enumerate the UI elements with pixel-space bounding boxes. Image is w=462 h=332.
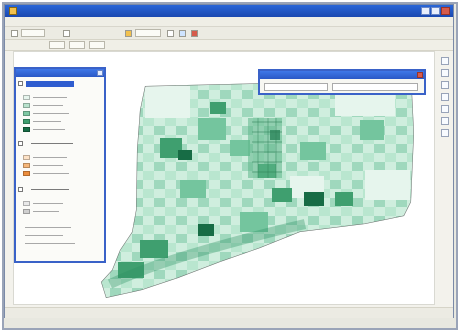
- close-icon[interactable]: [97, 70, 103, 76]
- map-tract[interactable]: [272, 188, 292, 202]
- state-outline: [101, 80, 414, 298]
- close-icon[interactable]: [417, 72, 423, 78]
- map-tract[interactable]: [230, 140, 250, 156]
- legend-swatch: [23, 201, 30, 206]
- expand-icon[interactable]: [18, 81, 23, 86]
- map-tract[interactable]: [360, 120, 384, 140]
- legend-swatch: [23, 163, 30, 168]
- legend-swatch: [23, 155, 30, 160]
- map-tract[interactable]: [180, 180, 206, 198]
- map-tract[interactable]: [365, 170, 410, 200]
- map-tract[interactable]: [145, 86, 190, 118]
- legend-swatch: [23, 95, 30, 100]
- map-tract[interactable]: [304, 192, 324, 206]
- identify-window-header: [260, 71, 424, 79]
- attribute-field[interactable]: [264, 83, 328, 91]
- map-tract[interactable]: [335, 192, 353, 206]
- map-tract[interactable]: [198, 118, 226, 140]
- legend-swatch: [23, 209, 30, 214]
- expand-icon[interactable]: [18, 187, 23, 192]
- identify-results-window: [258, 69, 426, 95]
- map-tract[interactable]: [248, 118, 282, 178]
- map-tract[interactable]: [178, 150, 192, 160]
- legend-layer-title[interactable]: [26, 81, 74, 87]
- legend-panel: [14, 67, 106, 263]
- map-tract[interactable]: [210, 102, 226, 114]
- legend-swatch: [23, 103, 30, 108]
- map-tract[interactable]: [198, 224, 214, 236]
- legend-swatch: [23, 127, 30, 132]
- map-tract[interactable]: [300, 142, 326, 160]
- dense-urban-cluster: [248, 118, 282, 178]
- map-tract[interactable]: [140, 240, 168, 258]
- legend-swatch: [23, 119, 30, 124]
- legend-swatch: [23, 171, 30, 176]
- attribute-value-field[interactable]: [332, 83, 418, 91]
- legend-panel-header: [16, 69, 104, 77]
- expand-icon[interactable]: [18, 141, 23, 146]
- legend-swatch: [23, 111, 30, 116]
